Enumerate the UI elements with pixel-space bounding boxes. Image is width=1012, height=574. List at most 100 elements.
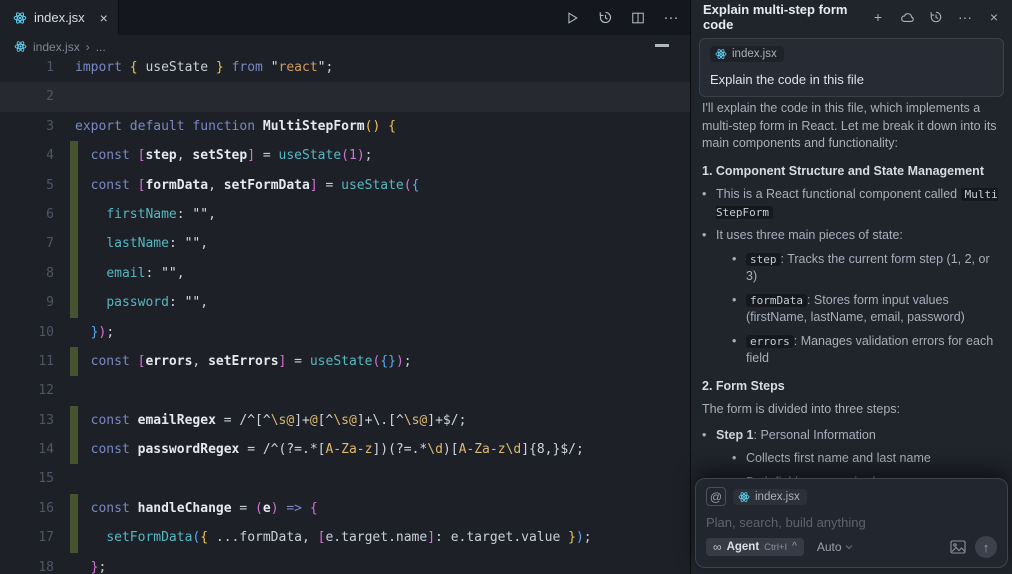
line-number: 8 xyxy=(0,259,54,288)
chat-history-button[interactable] xyxy=(928,9,944,25)
line-number: 16 xyxy=(0,494,54,523)
react-file-icon xyxy=(14,40,27,53)
bullet: • xyxy=(702,227,716,245)
response-heading: 2. Form Steps xyxy=(702,378,1003,396)
new-chat-button[interactable]: + xyxy=(870,9,886,25)
code-text: const handleChange = (e) => { xyxy=(75,494,318,523)
chat-more-button[interactable]: ··· xyxy=(957,9,973,25)
run-button[interactable] xyxy=(563,9,581,27)
inline-code: formData xyxy=(746,294,807,307)
attached-file-name: index.jsx xyxy=(732,48,777,60)
line-number: 13 xyxy=(0,406,54,435)
code-text: password: "", xyxy=(75,288,208,317)
inline-code: errors xyxy=(746,335,794,348)
response-heading: 1. Component Structure and State Managem… xyxy=(702,163,1003,181)
code-line: 17 setFormData({ ...formData, [e.target.… xyxy=(0,523,690,552)
chat-close-button[interactable]: × xyxy=(986,9,1002,25)
code-text: }; xyxy=(75,553,106,574)
context-file-chip[interactable]: index.jsx xyxy=(733,489,807,505)
line-number: 17 xyxy=(0,523,54,552)
react-file-icon xyxy=(13,11,27,25)
agent-mode-picker[interactable]: ∞ Agent Ctrl+I ^ xyxy=(706,538,804,556)
tab-label: index.jsx xyxy=(34,10,85,25)
user-message-card: index.jsx Explain the code in this file xyxy=(699,38,1004,97)
line-number: 9 xyxy=(0,288,54,317)
code-line: 4 const [step, setStep] = useState(1); xyxy=(0,141,690,170)
response-list-item: •step: Tracks the current form step (1, … xyxy=(702,251,1003,286)
code-text: setFormData({ ...formData, [e.target.nam… xyxy=(75,523,592,552)
response-list-item: •Step 1: Personal Information xyxy=(702,427,1003,445)
send-button[interactable]: ↑ xyxy=(975,536,997,558)
timeline-history-button[interactable] xyxy=(596,9,614,27)
chevron-down-icon xyxy=(845,544,853,550)
code-line: 1import { useState } from "react"; xyxy=(0,53,690,82)
attach-image-button[interactable] xyxy=(950,540,966,554)
response-paragraph: I'll explain the code in this file, whic… xyxy=(702,100,1003,153)
minimap-marker xyxy=(655,44,669,47)
line-number: 4 xyxy=(0,141,54,170)
code-text: }); xyxy=(75,318,114,347)
add-context-button[interactable]: @ xyxy=(706,487,726,506)
response-list-item: •errors: Manages validation errors for e… xyxy=(702,333,1003,368)
input-right-icons: ↑ xyxy=(950,536,997,558)
code-text: export default function MultiStepForm() … xyxy=(75,112,396,141)
tab-index-jsx[interactable]: index.jsx × xyxy=(0,0,119,35)
tab-close-icon[interactable]: × xyxy=(100,11,108,25)
bullet: • xyxy=(732,292,746,327)
response-list-item: •It uses three main pieces of state: xyxy=(702,227,1003,245)
chat-title: Explain multi-step form code xyxy=(703,2,870,32)
breadcrumb-separator: › xyxy=(86,40,90,54)
code-text: const [errors, setErrors] = useState({})… xyxy=(75,347,412,376)
editor-actions: ··· xyxy=(563,0,680,35)
inline-code: step xyxy=(746,253,781,266)
line-number: 10 xyxy=(0,318,54,347)
attached-file-chip[interactable]: index.jsx xyxy=(710,46,784,62)
chat-input-box[interactable]: @ index.jsx ∞ Agent Ctrl+I ^ Auto xyxy=(695,478,1008,568)
line-number: 3 xyxy=(0,112,54,141)
chevron-up-icon: ^ xyxy=(792,542,797,552)
code-line: 8 email: "", xyxy=(0,259,690,288)
code-line: 3 export default function MultiStepForm()… xyxy=(0,112,690,141)
cloud-icon[interactable] xyxy=(899,9,915,25)
context-file-name: index.jsx xyxy=(755,491,800,503)
line-number: 2 xyxy=(0,82,54,111)
code-text: const [formData, setFormData] = useState… xyxy=(75,171,419,200)
chat-panel-header: Explain multi-step form code + ··· × xyxy=(691,0,1012,34)
agent-mode-label: Agent xyxy=(727,541,760,553)
code-text: const [step, setStep] = useState(1); xyxy=(75,141,372,170)
code-text: const emailRegex = /^[^\s@]+@[^\s@]+\.[^… xyxy=(75,406,466,435)
line-number: 5 xyxy=(0,171,54,200)
code-area[interactable]: 1import { useState } from "react";23 expo… xyxy=(0,53,690,574)
code-line: 13 const emailRegex = /^[^\s@]+@[^\s@]+\… xyxy=(0,406,690,435)
line-number: 15 xyxy=(0,464,54,493)
more-actions-button[interactable]: ··· xyxy=(662,9,680,27)
response-paragraph: The form is divided into three steps: xyxy=(702,401,1003,419)
user-message-text: Explain the code in this file xyxy=(710,72,993,87)
code-line: 6 firstName: "", xyxy=(0,200,690,229)
code-line: 7 lastName: "", xyxy=(0,229,690,258)
code-line: 14 const passwordRegex = /^(?=.*[A-Za-z]… xyxy=(0,435,690,464)
line-number: 6 xyxy=(0,200,54,229)
code-line: 9 password: "", xyxy=(0,288,690,317)
code-line: 11 const [errors, setErrors] = useState(… xyxy=(0,347,690,376)
chat-prompt-input[interactable] xyxy=(706,515,997,530)
bullet: • xyxy=(732,251,746,286)
breadcrumb-file: index.jsx xyxy=(33,40,80,54)
split-editor-button[interactable] xyxy=(629,9,647,27)
line-number: 7 xyxy=(0,229,54,258)
code-line: 16 const handleChange = (e) => { xyxy=(0,494,690,523)
model-picker[interactable]: Auto xyxy=(817,540,853,554)
app-window: { "editor": { "tab_label": "index.jsx", … xyxy=(0,0,1012,574)
code-line: 5 const [formData, setFormData] = useSta… xyxy=(0,171,690,200)
code-text: lastName: "", xyxy=(75,229,208,258)
code-text: firstName: "", xyxy=(75,200,216,229)
line-number: 12 xyxy=(0,376,54,405)
code-text: email: "", xyxy=(75,259,185,288)
response-list-item: •This is a React functional component ca… xyxy=(702,186,1003,221)
agent-shortcut: Ctrl+I xyxy=(764,542,787,553)
bullet: • xyxy=(702,427,716,445)
line-number: 1 xyxy=(0,53,54,82)
response-list-item: •Collects first name and last name xyxy=(702,450,1003,468)
chat-header-icons: + ··· × xyxy=(870,9,1002,25)
code-text: const passwordRegex = /^(?=.*[A-Za-z])(?… xyxy=(75,435,584,464)
